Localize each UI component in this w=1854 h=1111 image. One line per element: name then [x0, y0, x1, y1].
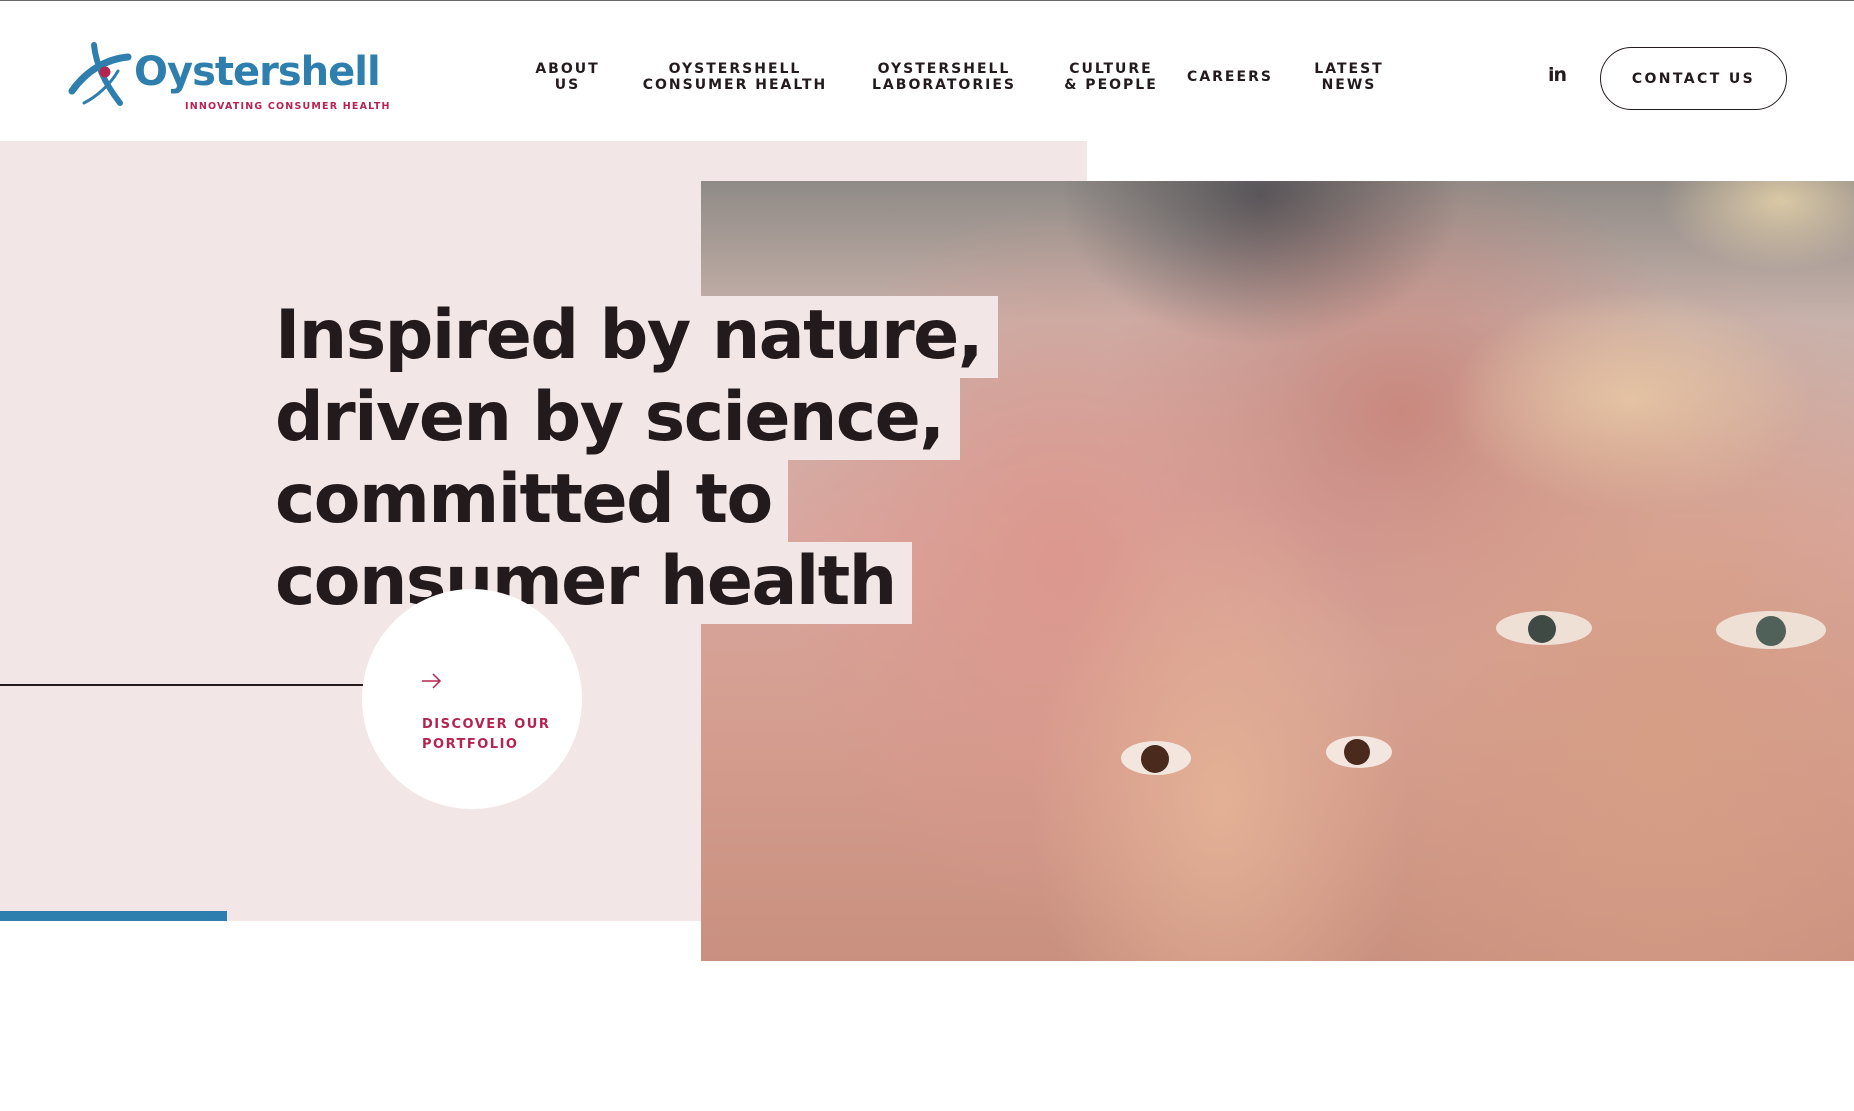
- nav-oystershell-consumer-health[interactable]: OYSTERSHELL CONSUMER HEALTH: [640, 59, 830, 95]
- child-right-eye: [1326, 736, 1392, 768]
- child-left-eye: [1121, 741, 1191, 775]
- headline-line-3: committed to: [275, 460, 788, 542]
- nav-culture-people[interactable]: CULTURE & PEOPLE: [1064, 59, 1158, 95]
- site-header: Oystershell INNOVATING CONSUMER HEALTH A…: [0, 1, 1854, 141]
- arrow-right-icon: [422, 673, 442, 689]
- nav-latest-news[interactable]: LATEST NEWS: [1312, 59, 1386, 95]
- contact-us-button[interactable]: CONTACT US: [1600, 47, 1787, 110]
- headline-line-4: consumer health: [275, 542, 912, 624]
- nav-oystershell-laboratories[interactable]: OYSTERSHELL LABORATORIES: [866, 59, 1022, 95]
- atom-logo-icon: [68, 42, 132, 106]
- oystershell-logo[interactable]: Oystershell INNOVATING CONSUMER HEALTH: [66, 41, 389, 115]
- nav-careers[interactable]: CAREERS: [1186, 59, 1274, 95]
- hero-headline: Inspired by nature, driven by science, c…: [275, 296, 999, 624]
- woman-left-eye: [1496, 611, 1592, 645]
- logo-wordmark: Oystershell: [134, 49, 381, 95]
- hero-divider-line: [0, 684, 364, 686]
- discover-portfolio-label: DISCOVER OUR PORTFOLIO: [422, 717, 551, 752]
- logo-tagline: INNOVATING CONSUMER HEALTH: [185, 101, 391, 112]
- woman-right-eye: [1716, 611, 1826, 649]
- nav-about-us[interactable]: ABOUT US: [520, 59, 615, 95]
- headline-line-2: driven by science,: [275, 378, 960, 460]
- headline-line-1: Inspired by nature,: [275, 296, 999, 378]
- discover-portfolio-button[interactable]: DISCOVER OUR PORTFOLIO: [362, 589, 582, 809]
- linkedin-icon[interactable]: in: [1548, 65, 1570, 85]
- slide-progress-bar: [0, 911, 227, 921]
